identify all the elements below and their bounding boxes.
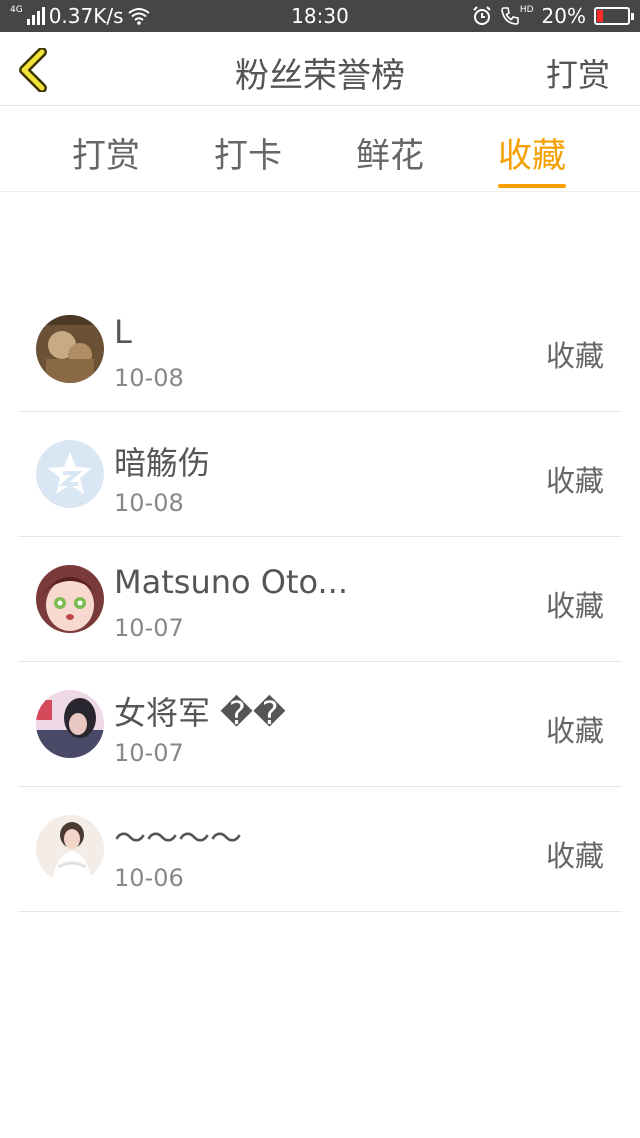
- list-item[interactable]: ～～～～ 10-06 收藏: [18, 787, 622, 912]
- fan-action-label: 收藏: [545, 339, 604, 373]
- page-title: 粉丝荣誉榜: [235, 56, 405, 96]
- tab-favorites[interactable]: 收藏: [498, 128, 566, 192]
- reward-button[interactable]: 打赏: [546, 50, 610, 96]
- fan-action-label: 收藏: [545, 714, 604, 748]
- fan-name: ～～～～: [114, 819, 243, 857]
- tab-flowers[interactable]: 鲜花: [356, 128, 424, 192]
- fan-date: 10-06: [114, 864, 184, 892]
- battery-percent: 20%: [541, 4, 586, 28]
- avatar: [36, 315, 104, 383]
- call-hd-icon: HD: [500, 6, 534, 26]
- tab-bar: 打赏 打卡 鲜花 收藏: [0, 106, 640, 192]
- fan-list: L 10-08 收藏 暗觞伤 10-08 收藏 Matsuno Oto... 1…: [18, 287, 622, 912]
- fan-action-label: 收藏: [545, 839, 604, 873]
- status-bar: 4G 0.37K/s 18:30 HD 20%: [0, 0, 640, 32]
- fan-action-label: 收藏: [545, 464, 604, 498]
- list-item[interactable]: L 10-08 收藏: [18, 287, 622, 412]
- list-item[interactable]: 女将军 �� 10-07 收藏: [18, 662, 622, 787]
- avatar: [36, 565, 104, 633]
- fan-name: Matsuno Oto...: [114, 563, 349, 601]
- qzone-avatar-icon: [36, 440, 104, 508]
- fan-name: 女将军 ��: [114, 694, 286, 732]
- fan-date: 10-08: [114, 489, 184, 517]
- avatar: [36, 815, 104, 883]
- fan-action-label: 收藏: [545, 589, 604, 623]
- tab-active-indicator: [498, 184, 566, 188]
- tab-reward[interactable]: 打赏: [72, 128, 140, 192]
- tab-checkin[interactable]: 打卡: [214, 128, 282, 192]
- fan-date: 10-07: [114, 614, 184, 642]
- fan-date: 10-08: [114, 364, 184, 392]
- avatar: [36, 690, 104, 758]
- fan-name: 暗觞伤: [114, 444, 211, 482]
- alarm-icon: [473, 6, 491, 25]
- fan-date: 10-07: [114, 739, 184, 767]
- status-right: HD 20%: [472, 4, 634, 28]
- fan-name: L: [114, 313, 132, 351]
- list-item[interactable]: 暗觞伤 10-08 收藏: [18, 412, 622, 537]
- battery-icon: [594, 7, 634, 25]
- app-header: 粉丝荣誉榜 打赏: [0, 32, 640, 106]
- list-item[interactable]: Matsuno Oto... 10-07 收藏: [18, 537, 622, 662]
